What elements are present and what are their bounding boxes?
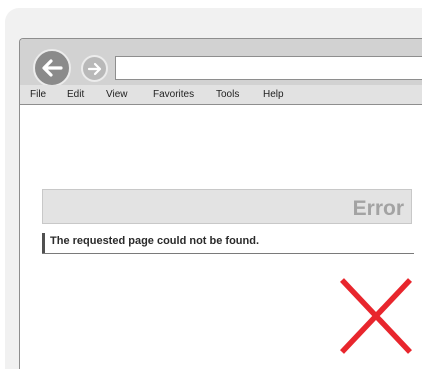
error-title: Error: [352, 197, 404, 220]
error-banner: Error: [42, 189, 412, 224]
menu-edit[interactable]: Edit: [67, 85, 84, 104]
error-message-row: The requested page could not be found.: [42, 233, 414, 254]
menu-view[interactable]: View: [106, 85, 128, 104]
menu-bar: File Edit View Favorites Tools Help: [20, 85, 422, 105]
arrow-right-icon: [87, 62, 101, 75]
page-content: Error The requested page could not be fo…: [20, 105, 422, 369]
menu-favorites[interactable]: Favorites: [153, 85, 194, 104]
error-message-marker: [42, 233, 45, 253]
arrow-left-icon: [42, 59, 63, 77]
red-x-icon: [340, 278, 412, 354]
menu-help[interactable]: Help: [263, 85, 284, 104]
menu-tools[interactable]: Tools: [216, 85, 239, 104]
forward-button[interactable]: [81, 55, 108, 82]
back-button[interactable]: [33, 49, 71, 87]
menu-file[interactable]: File: [30, 85, 46, 104]
browser-toolbar: [20, 39, 422, 87]
error-message: The requested page could not be found.: [50, 235, 260, 247]
browser-window: File Edit View Favorites Tools Help Erro…: [19, 38, 422, 369]
address-bar[interactable]: [115, 56, 422, 80]
